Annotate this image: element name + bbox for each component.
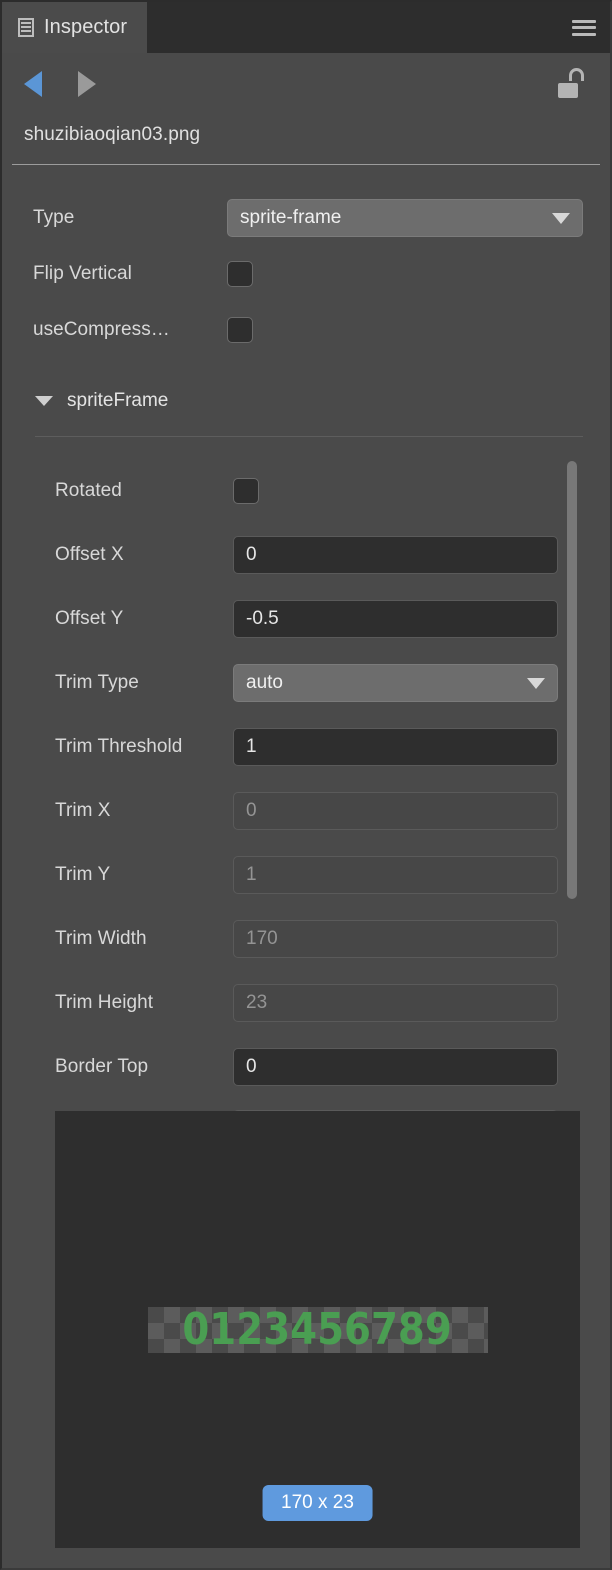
tab-bar: Inspector [2,2,610,53]
tab-inspector[interactable]: Inspector [2,2,148,53]
navigation-row [2,53,610,115]
input-value: 1 [246,864,257,885]
property-label: Type [33,207,75,228]
triangle-left-icon[interactable] [24,71,42,97]
property-label: Rotated [55,480,122,501]
asset-filename: shuzibiaoqian03.png [24,124,201,145]
property-row: Border Top 0 [2,1048,610,1086]
caret-down-icon [527,677,545,689]
sprite-frame-section-header[interactable]: spriteFrame [35,390,168,412]
text-input[interactable]: 0 [233,536,558,574]
text-input[interactable]: 0 [233,1048,558,1086]
input-value: 23 [246,992,268,1013]
property-row: Trim Threshold 1 [2,728,610,766]
property-label: Offset Y [55,608,124,629]
property-row: Trim Height 23 [2,984,610,1022]
sprite-image: 0123456789 [147,1307,488,1353]
dropdown-select[interactable]: sprite-frame [227,199,583,237]
text-input: 170 [233,920,558,958]
tab-inspector-label: Inspector [44,16,128,38]
property-row: Rotated [2,472,610,510]
text-input: 0 [233,792,558,830]
status-badge: 170 x 23 [262,1485,373,1521]
property-row: Flip Vertical [2,255,610,293]
property-label: Trim Width [55,928,147,949]
input-value: -0.5 [246,608,279,629]
property-label: Trim Threshold [55,736,183,757]
property-label: Trim Y [55,864,111,885]
unlocked-padlock-icon[interactable] [558,68,588,100]
input-value: 0 [246,1056,257,1077]
text-input[interactable]: 1 [233,728,558,766]
vertical-scrollbar[interactable] [565,457,579,902]
property-label: useCompress… [33,319,170,340]
text-input: 23 [233,984,558,1022]
sprite-preview-panel: 0123456789 170 x 23 [55,1111,580,1548]
input-value: 0 [246,800,257,821]
input-value: 170 [246,928,278,949]
property-row: Offset Y -0.5 [2,600,610,638]
inspector-window: Inspector shuzibiaoqian03.png Type sprite… [0,0,612,1570]
text-input: 1 [233,856,558,894]
dropdown-value: sprite-frame [240,207,342,228]
property-label: Trim X [55,800,111,821]
triangle-right-icon[interactable] [78,71,96,97]
property-row: Trim Width 170 [2,920,610,958]
scrollbar-thumb[interactable] [567,461,577,899]
inspector-icon [18,18,34,37]
property-row: useCompress… [2,311,610,349]
text-input[interactable]: -0.5 [233,600,558,638]
header-divider [12,164,600,165]
panel-menu-button[interactable] [558,2,610,53]
hamburger-menu-icon [572,19,596,36]
checkbox-input[interactable] [227,261,253,287]
property-row: Offset X 0 [2,536,610,574]
dropdown-value: auto [246,672,283,693]
checkbox-input[interactable] [233,478,259,504]
caret-down-icon [552,212,570,224]
property-label: Flip Vertical [33,263,132,284]
section-divider [35,436,583,437]
property-label: Offset X [55,544,124,565]
input-value: 0 [246,544,257,565]
input-value: 1 [246,736,257,757]
sprite-digits-text: 0123456789 [182,1307,453,1353]
property-row: Trim Type auto [2,664,610,702]
checkbox-input[interactable] [227,317,253,343]
chevron-down-icon [35,396,53,406]
tab-bar-spacer [147,2,558,53]
property-row: Trim X 0 [2,792,610,830]
dropdown-select[interactable]: auto [233,664,558,702]
property-label: Trim Type [55,672,139,693]
property-row: Type sprite-frame [2,199,610,237]
property-label: Trim Height [55,992,154,1013]
property-label: Border Top [55,1056,149,1077]
property-row: Trim Y 1 [2,856,610,894]
sprite-frame-section-title: spriteFrame [67,390,169,411]
